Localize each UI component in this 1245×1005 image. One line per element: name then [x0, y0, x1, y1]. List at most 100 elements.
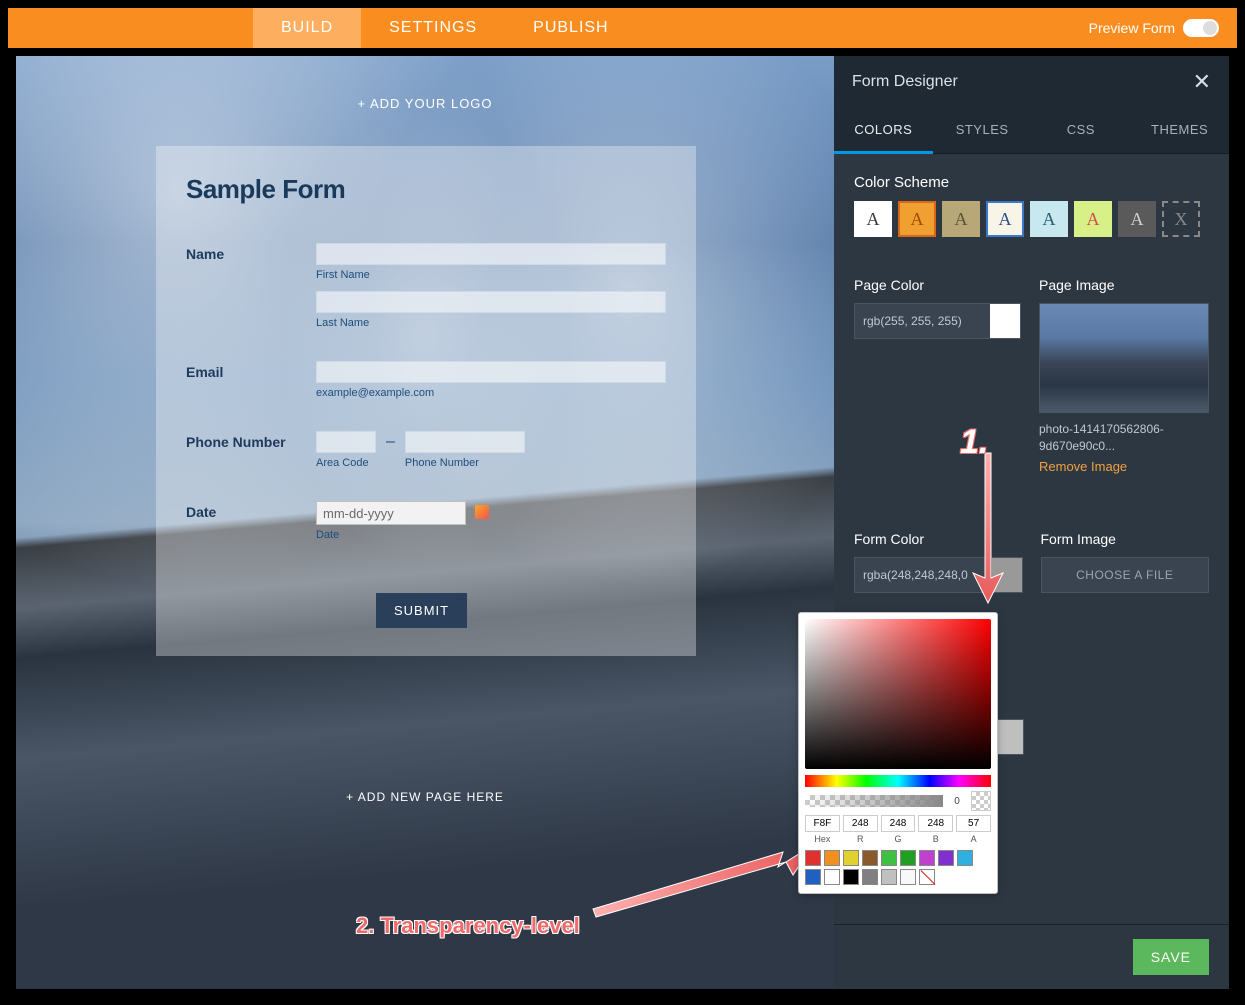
- g-label: G: [881, 834, 916, 844]
- preview-form: Preview Form: [1089, 19, 1219, 37]
- field-email: Email example@example.com: [186, 361, 666, 409]
- calendar-icon[interactable]: [475, 505, 489, 519]
- scheme-swatch-6[interactable]: A: [1074, 201, 1112, 237]
- palette-chip[interactable]: [843, 869, 859, 885]
- palette-chip[interactable]: [843, 850, 859, 866]
- page-color-value[interactable]: [855, 304, 990, 338]
- scheme-swatch-5[interactable]: A: [1030, 201, 1068, 237]
- tab-css[interactable]: CSS: [1032, 108, 1131, 153]
- palette-chip[interactable]: [805, 850, 821, 866]
- arrow-2-icon: [588, 837, 818, 927]
- label-email: Email: [186, 361, 316, 409]
- palette-chip[interactable]: [919, 850, 935, 866]
- add-page-button[interactable]: + ADD NEW PAGE HERE: [346, 790, 504, 804]
- input-first-name[interactable]: [316, 243, 666, 265]
- input-area-code[interactable]: [316, 431, 376, 453]
- scheme-swatch-4[interactable]: A: [986, 201, 1024, 237]
- b-input[interactable]: [918, 815, 953, 832]
- page-color-input[interactable]: [854, 303, 1021, 339]
- input-date[interactable]: mm-dd-yyyy: [316, 501, 466, 525]
- color-scheme-label: Color Scheme: [854, 174, 1209, 191]
- palette-chip-none[interactable]: [919, 869, 935, 885]
- palette-chip[interactable]: [862, 850, 878, 866]
- top-bar: BUILD SETTINGS PUBLISH Preview Form: [8, 8, 1237, 48]
- field-name: Name First Name Last Name: [186, 243, 666, 339]
- tab-build[interactable]: BUILD: [253, 8, 361, 48]
- scheme-swatch-3[interactable]: A: [942, 201, 980, 237]
- scheme-swatches: A A A A A A A X: [854, 201, 1209, 237]
- annotation-2: 2. Transparency-level: [356, 913, 580, 939]
- phone-dash: –: [386, 431, 395, 451]
- hex-input[interactable]: [805, 815, 840, 832]
- add-logo-button[interactable]: + ADD YOUR LOGO: [357, 96, 492, 111]
- alpha-readout: 0: [947, 796, 967, 807]
- page-image-thumb[interactable]: [1039, 303, 1209, 413]
- save-bar: SAVE: [834, 924, 1229, 989]
- tab-publish[interactable]: PUBLISH: [505, 8, 636, 48]
- form-image-label: Form Image: [1041, 531, 1210, 547]
- field-date: Date mm-dd-yyyy Date: [186, 501, 666, 551]
- palette-chip[interactable]: [900, 869, 916, 885]
- panel-title: Form Designer: [852, 73, 958, 91]
- picker-palette: [805, 850, 991, 885]
- palette-chip[interactable]: [881, 869, 897, 885]
- tab-styles[interactable]: STYLES: [933, 108, 1032, 153]
- top-tabs: BUILD SETTINGS PUBLISH: [253, 8, 637, 48]
- input-email[interactable]: [316, 361, 666, 383]
- annotation-1: 1.: [960, 423, 988, 462]
- remove-image-link[interactable]: Remove Image: [1039, 459, 1127, 474]
- label-phone: Phone Number: [186, 431, 316, 479]
- page-color-chip[interactable]: [990, 304, 1020, 338]
- sv-canvas[interactable]: [805, 619, 991, 769]
- scheme-swatch-7[interactable]: A: [1118, 201, 1156, 237]
- input-last-name[interactable]: [316, 291, 666, 313]
- scheme-swatch-1[interactable]: A: [854, 201, 892, 237]
- label-date: Date: [186, 501, 316, 551]
- panel-header: Form Designer ✕: [834, 56, 1229, 108]
- field-phone: Phone Number Area Code – Phone Number: [186, 431, 666, 479]
- palette-chip[interactable]: [862, 869, 878, 885]
- save-button[interactable]: SAVE: [1133, 939, 1209, 975]
- palette-chip[interactable]: [900, 850, 916, 866]
- page-color-label: Page Color: [854, 277, 1021, 293]
- sub-email: example@example.com: [316, 387, 666, 399]
- color-picker: 0 Hex R G B A: [798, 612, 998, 894]
- tab-themes[interactable]: THEMES: [1130, 108, 1229, 153]
- r-label: R: [843, 834, 878, 844]
- scheme-swatch-2[interactable]: A: [898, 201, 936, 237]
- picker-preview-swatch: [971, 791, 991, 811]
- label-name: Name: [186, 243, 316, 339]
- tab-colors[interactable]: COLORS: [834, 108, 933, 154]
- tab-settings[interactable]: SETTINGS: [361, 8, 505, 48]
- page-image-label: Page Image: [1039, 277, 1209, 293]
- sub-first-name: First Name: [316, 269, 666, 281]
- preview-label: Preview Form: [1089, 20, 1175, 36]
- hex-label: Hex: [805, 834, 840, 844]
- preview-toggle[interactable]: [1183, 19, 1219, 37]
- palette-chip[interactable]: [824, 850, 840, 866]
- palette-chip[interactable]: [805, 869, 821, 885]
- alpha-slider[interactable]: [805, 795, 943, 807]
- close-icon[interactable]: ✕: [1193, 69, 1211, 95]
- r-input[interactable]: [843, 815, 878, 832]
- b-label: B: [918, 834, 953, 844]
- a-label: A: [956, 834, 991, 844]
- a-input[interactable]: [956, 815, 991, 832]
- sub-area-code: Area Code: [316, 457, 376, 469]
- form-title: Sample Form: [186, 174, 666, 205]
- palette-chip[interactable]: [881, 850, 897, 866]
- hue-slider[interactable]: [805, 775, 991, 787]
- choose-file-button[interactable]: CHOOSE A FILE: [1041, 557, 1210, 593]
- scheme-swatch-custom[interactable]: X: [1162, 201, 1200, 237]
- palette-chip[interactable]: [957, 850, 973, 866]
- g-input[interactable]: [881, 815, 916, 832]
- input-phone-number[interactable]: [405, 431, 525, 453]
- submit-button[interactable]: SUBMIT: [376, 593, 467, 628]
- page-image-filename: photo-1414170562806-9d670e90c0...: [1039, 421, 1209, 455]
- designer-tabs: COLORS STYLES CSS THEMES: [834, 108, 1229, 154]
- sub-last-name: Last Name: [316, 317, 666, 329]
- sub-date: Date: [316, 529, 666, 541]
- palette-chip[interactable]: [824, 869, 840, 885]
- arrow-1-icon: [963, 448, 1013, 608]
- palette-chip[interactable]: [938, 850, 954, 866]
